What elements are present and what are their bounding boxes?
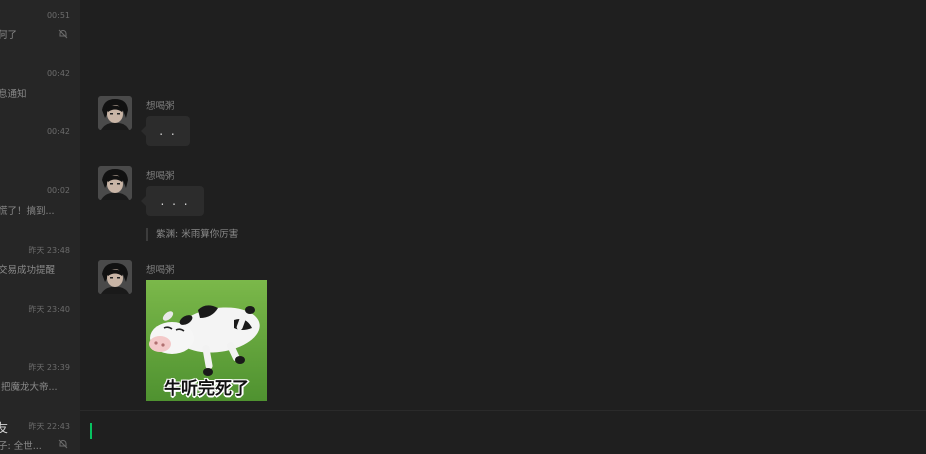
conversation-time: 昨天 22:43 (28, 422, 70, 431)
conversation-item[interactable]: 00:51 何了 (0, 0, 80, 58)
sender-name: 想喝粥 (146, 101, 175, 112)
message-input-area (80, 410, 926, 454)
message-input[interactable] (90, 417, 910, 449)
bell-slash-icon (58, 29, 68, 39)
conversation-time: 00:42 (46, 127, 70, 136)
conversation-name: 友 (0, 421, 9, 435)
conversation-list[interactable]: 00:51 何了 00:42 息通知 00:42 00:02 慌了！搞到... … (0, 0, 80, 454)
conversation-time: 昨天 23:48 (28, 246, 70, 255)
avatar[interactable] (98, 166, 132, 200)
avatar-icon (98, 166, 132, 200)
conversation-time: 00:42 (46, 69, 70, 78)
conversation-preview: 交易成功提醒 (0, 265, 56, 276)
avatar-icon (98, 96, 132, 130)
conversation-item[interactable]: 昨天 23:40 (0, 290, 80, 348)
conversation-preview: ·把魔龙大帝... (0, 382, 58, 393)
wechat-window: 00:51 何了 00:42 息通知 00:42 00:02 慌了！搞到... … (0, 0, 926, 454)
message-bubble[interactable]: . . . (141, 186, 204, 216)
conversation-item[interactable]: 昨天 23:39 ·把魔龙大帝... (0, 348, 80, 406)
conversation-time: 00:51 (46, 11, 70, 20)
sender-name: 想喝粥 (146, 171, 175, 182)
quoted-reply[interactable]: 紫渊: 米雨算你厉害 (146, 228, 238, 241)
message-bubble[interactable]: . . (141, 116, 190, 146)
conversation-preview: 息通知 (0, 89, 27, 100)
avatar-icon (98, 260, 132, 294)
message-list[interactable]: 想喝粥 . . 想喝粥 . . . 紫渊: 米雨算你厉害 想喝粥 牛听完死了 (80, 0, 926, 410)
conversation-item[interactable]: 00:42 (0, 116, 80, 174)
conversation-time: 00:02 (46, 186, 70, 195)
sender-name: 想喝粥 (146, 265, 175, 276)
conversation-time: 昨天 23:39 (28, 363, 70, 372)
conversation-time: 昨天 23:40 (28, 305, 70, 314)
avatar[interactable] (98, 96, 132, 130)
bell-slash-icon (58, 439, 68, 449)
conversation-item[interactable]: 00:02 慌了！搞到... (0, 174, 80, 232)
conversation-item[interactable]: 00:42 息通知 (0, 58, 80, 116)
conversation-preview: 何了 (0, 30, 18, 41)
sticker-image[interactable]: 牛听完死了 (146, 280, 267, 401)
sticker-caption: 牛听完死了 (164, 379, 249, 399)
conversation-preview: 子: 全世... (0, 441, 42, 452)
conversation-item[interactable]: 昨天 23:48 交易成功提醒 (0, 232, 80, 290)
text-cursor (90, 423, 92, 439)
conversation-preview: 慌了！搞到... (0, 206, 55, 217)
conversation-item[interactable]: 友 昨天 22:43 子: 全世... (0, 406, 80, 454)
avatar[interactable] (98, 260, 132, 294)
